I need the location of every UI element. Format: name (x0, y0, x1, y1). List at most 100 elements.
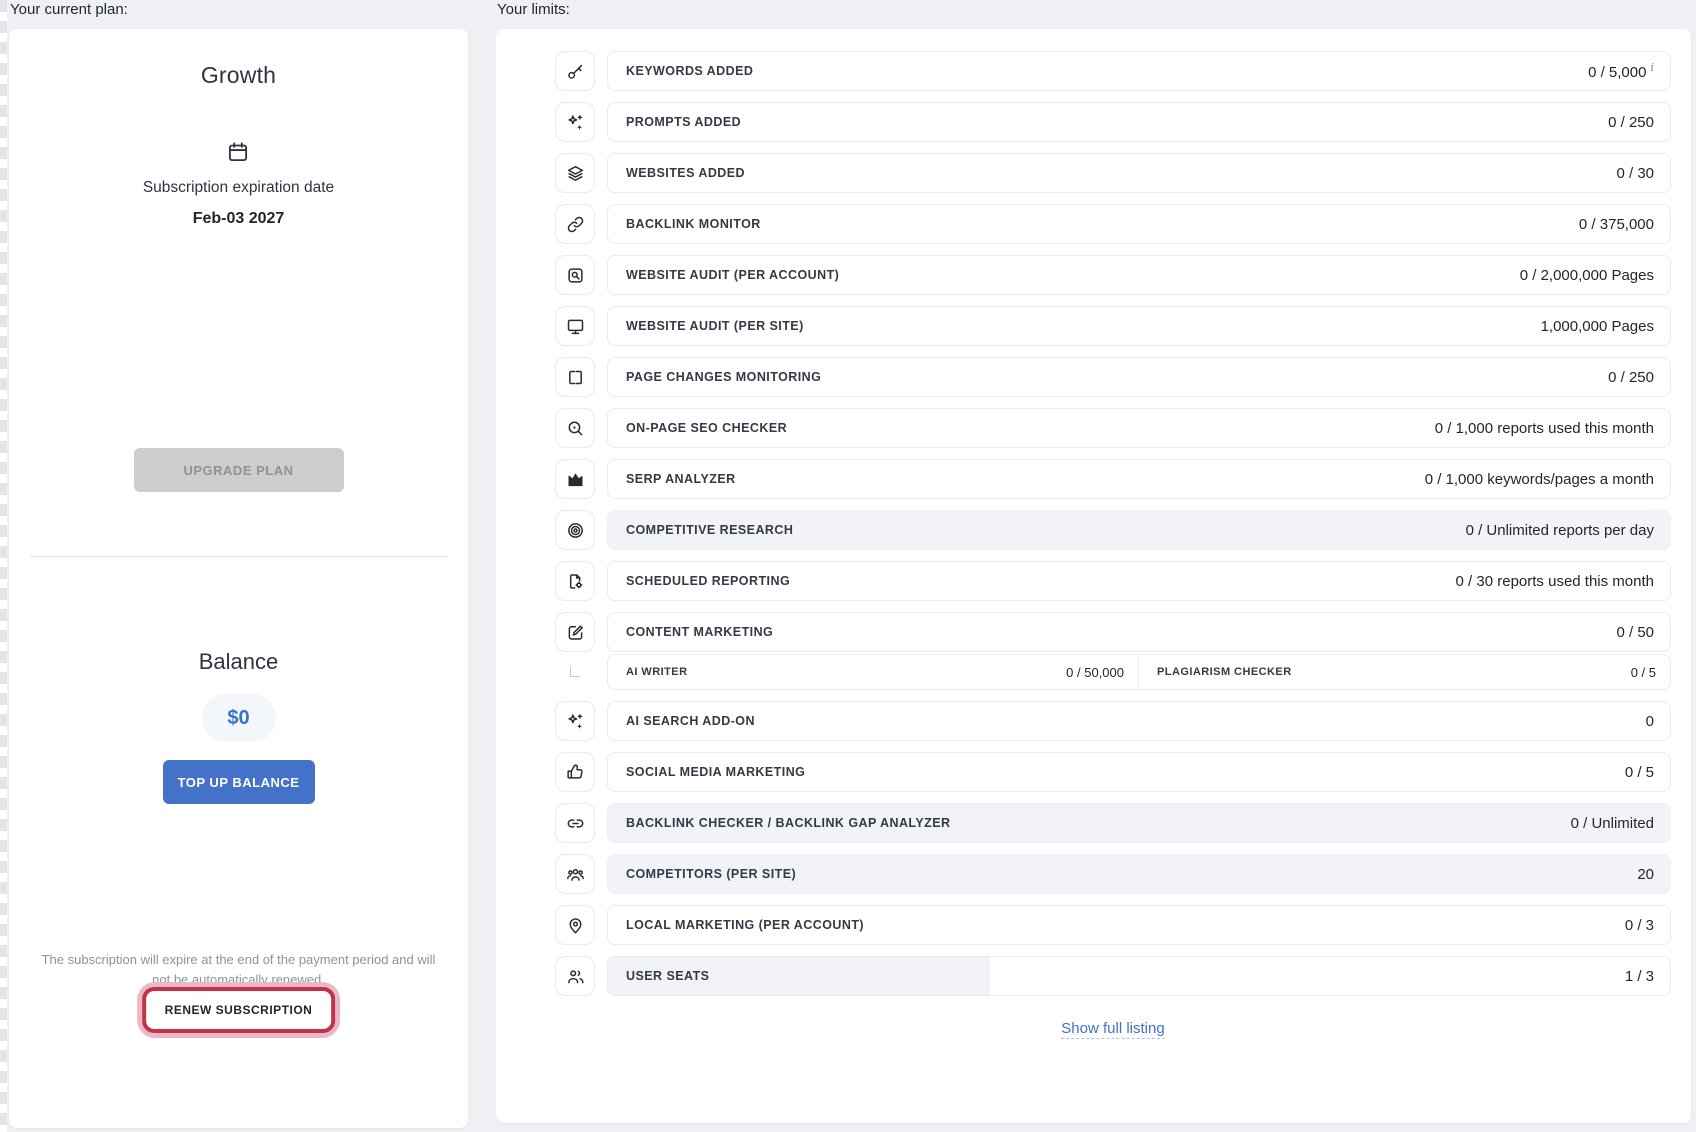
limit-bar: CONTENT MARKETING 0 / 50 (607, 612, 1671, 652)
limit-label: AI SEARCH ADD-ON (626, 714, 755, 728)
target-icon (555, 510, 595, 550)
monitor-icon (555, 306, 595, 346)
limit-row: PAGE CHANGES MONITORING0 / 250 (555, 357, 1671, 397)
show-full-listing-link[interactable]: Show full listing (1061, 1020, 1164, 1039)
balance-amount: $0 (202, 694, 276, 742)
calendar-icon (225, 139, 251, 170)
limit-bar: SERP ANALYZER 0 / 1,000 keywords/pages a … (607, 459, 1671, 499)
limit-value: 0 / 5,000i (1576, 61, 1654, 81)
upgrade-plan-button[interactable]: UPGRADE PLAN (134, 448, 344, 492)
sub-limit-label: AI WRITER (626, 666, 688, 678)
limit-row: AI SEARCH ADD-ON 0 (555, 701, 1671, 741)
current-plan-card: Growth Subscription expiration date Feb-… (9, 29, 468, 1128)
limit-row: LOCAL MARKETING (PER ACCOUNT)0 / 3 (555, 905, 1671, 945)
limit-row: CONTENT MARKETING 0 / 50 (555, 612, 1671, 652)
current-plan-header: Your current plan: (10, 0, 468, 19)
audit-search-icon (555, 255, 595, 295)
balance-title: Balance (9, 649, 468, 675)
edit-icon (555, 612, 595, 652)
renew-subscription-button[interactable]: RENEW SUBSCRIPTION (148, 993, 330, 1027)
limit-value: 0 / 50 (1604, 624, 1654, 641)
report-gear-icon (555, 561, 595, 601)
limit-label: COMPETITORS (PER SITE) (626, 867, 796, 881)
limit-row: WEBSITE AUDIT (PER SITE) 1,000,000 Pages (555, 306, 1671, 346)
limit-bar: WEBSITE AUDIT (PER SITE) 1,000,000 Pages (607, 306, 1671, 346)
limit-row: COMPETITORS (PER SITE) 20 (555, 854, 1671, 894)
limit-value: 1,000,000 Pages (1529, 318, 1654, 335)
limit-label: BACKLINK MONITOR (626, 217, 761, 231)
current-plan-section: Your current plan: Growth Subscription e… (9, 0, 468, 1128)
limit-value: 20 (1625, 866, 1654, 883)
limit-label: ON-PAGE SEO CHECKER (626, 421, 787, 435)
limit-row: COMPETITIVE RESEARCH 0 / Unlimited report… (555, 510, 1671, 550)
limit-label: SERP ANALYZER (626, 472, 736, 486)
limit-row: SERP ANALYZER 0 / 1,000 keywords/pages a … (555, 459, 1671, 499)
limit-label: PAGE CHANGES MONITORING (626, 370, 821, 384)
limit-label: LOCAL MARKETING (PER ACCOUNT) (626, 918, 864, 932)
limit-value: 0 (1634, 713, 1654, 730)
limit-bar: COMPETITIVE RESEARCH 0 / Unlimited report… (607, 510, 1671, 550)
sparkles-icon (555, 701, 595, 741)
limit-label: SOCIAL MEDIA MARKETING (626, 765, 805, 779)
expiration-label: Subscription expiration date (143, 179, 334, 197)
limit-bar: PAGE CHANGES MONITORING0 / 250 (607, 357, 1671, 397)
limit-value: 0 / 30 (1604, 165, 1654, 182)
chain-link-icon (555, 204, 595, 244)
limit-row: WEBSITE AUDIT (PER ACCOUNT) 0 / 2,000,000… (555, 255, 1671, 295)
sub-limit-value: 0 / 50,000 (1056, 665, 1124, 680)
limit-label: WEBSITE AUDIT (PER SITE) (626, 319, 804, 333)
thumbs-up-icon (555, 752, 595, 792)
branch-connector-icon (555, 654, 595, 690)
limit-label: WEBSITES ADDED (626, 166, 745, 180)
sub-limit-cell: PLAGIARISM CHECKER 0 / 5 (1139, 655, 1670, 689)
sub-limit-cell: AI WRITER 0 / 50,000 (608, 655, 1139, 689)
limit-bar: SCHEDULED REPORTING 0 / 30 reports used t… (607, 561, 1671, 601)
link-icon (555, 803, 595, 843)
expiration-block: Subscription expiration date Feb-03 2027 (143, 139, 334, 228)
limit-label: WEBSITE AUDIT (PER ACCOUNT) (626, 268, 839, 282)
sparkles-icon (555, 102, 595, 142)
limit-bar: WEBSITE AUDIT (PER ACCOUNT) 0 / 2,000,000… (607, 255, 1671, 295)
limit-row: USER SEATS1 / 3 (555, 956, 1671, 996)
limit-value: 0 / Unlimited (1559, 815, 1654, 832)
limit-bar: BACKLINK CHECKER / BACKLINK GAP ANALYZER… (607, 803, 1671, 843)
limit-subbar: AI WRITER 0 / 50,000 PLAGIARISM CHECKER 0 /… (607, 654, 1671, 690)
limit-row: SCHEDULED REPORTING 0 / 30 reports used t… (555, 561, 1671, 601)
limit-label: BACKLINK CHECKER / BACKLINK GAP ANALYZER (626, 816, 951, 830)
limit-bar: COMPETITORS (PER SITE) 20 (607, 854, 1671, 894)
limit-bar: SOCIAL MEDIA MARKETING 0 / 5 (607, 752, 1671, 792)
limit-value: 0 / 30 reports used this month (1444, 573, 1654, 590)
limit-label: COMPETITIVE RESEARCH (626, 523, 793, 537)
limit-row: BACKLINK CHECKER / BACKLINK GAP ANALYZER… (555, 803, 1671, 843)
limit-value: 0 / 1,000 keywords/pages a month (1413, 471, 1654, 488)
limit-value: 0 / 5 (1613, 764, 1654, 781)
limit-label: CONTENT MARKETING (626, 625, 773, 639)
limit-bar: LOCAL MARKETING (PER ACCOUNT)0 / 3 (607, 905, 1671, 945)
limits-header: Your limits: (497, 0, 1691, 19)
sub-limit-value: 0 / 5 (1621, 665, 1656, 680)
info-icon[interactable]: i (1650, 61, 1654, 74)
limit-value: 0 / 1,000 reports used this month (1423, 420, 1654, 437)
pin-icon (555, 905, 595, 945)
user-seats-icon (555, 956, 595, 996)
limits-rows: KEYWORDS ADDED 0 / 5,000i PROMPTS ADDED 0 /… (555, 51, 1671, 996)
limit-row: PROMPTS ADDED 0 / 250 (555, 102, 1671, 142)
limit-value: 0 / Unlimited reports per day (1454, 522, 1654, 539)
top-up-balance-button[interactable]: TOP UP BALANCE (163, 760, 315, 804)
people-group-icon (555, 854, 595, 894)
limit-value: 0 / 2,000,000 Pages (1508, 267, 1654, 284)
limit-label: PROMPTS ADDED (626, 115, 741, 129)
limit-label: SCHEDULED REPORTING (626, 574, 790, 588)
search-icon (555, 408, 595, 448)
limit-bar: ON-PAGE SEO CHECKER 0 / 1,000 reports use… (607, 408, 1671, 448)
key-icon (555, 51, 595, 91)
serp-chart-icon (555, 459, 595, 499)
limit-label: KEYWORDS ADDED (626, 64, 753, 78)
expiration-date: Feb-03 2027 (193, 210, 285, 228)
sub-limit-label: PLAGIARISM CHECKER (1157, 666, 1292, 678)
limit-value: 0 / 250 (1596, 114, 1654, 131)
layers-icon (555, 153, 595, 193)
limit-row: KEYWORDS ADDED 0 / 5,000i (555, 51, 1671, 91)
limit-bar: AI SEARCH ADD-ON 0 (607, 701, 1671, 741)
renew-highlight-ring: RENEW SUBSCRIPTION (137, 982, 341, 1038)
